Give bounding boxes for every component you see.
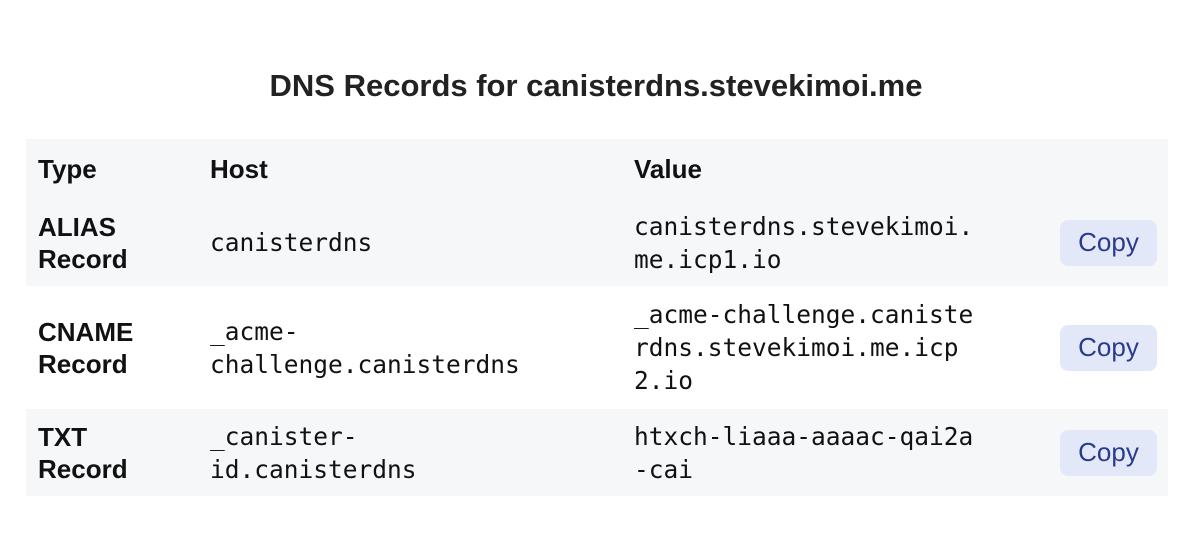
- record-type: ALIAS Record: [38, 211, 128, 274]
- copy-button[interactable]: Copy: [1060, 219, 1157, 266]
- column-header-host: Host: [210, 153, 268, 184]
- record-host: canisterdns: [210, 228, 373, 257]
- record-value: htxch-liaaa-aaaac-qai2a -cai: [634, 421, 974, 484]
- table-header-row: Type Host Value: [26, 139, 1168, 199]
- record-value: canisterdns.stevekimoi. me.icp1.io: [634, 211, 974, 274]
- column-header-value: Value: [634, 153, 702, 184]
- record-host: _acme- challenge.canisterdns: [210, 316, 520, 379]
- record-host: _canister- id.canisterdns: [210, 421, 417, 484]
- table-row: ALIAS Record canisterdns canisterdns.ste…: [26, 199, 1168, 286]
- copy-button[interactable]: Copy: [1060, 324, 1157, 371]
- table-row: TXT Record _canister- id.canisterdns htx…: [26, 409, 1168, 496]
- dns-records-page: DNS Records for canisterdns.stevekimoi.m…: [0, 0, 1192, 534]
- column-header-type: Type: [38, 153, 97, 184]
- table-row: CNAME Record _acme- challenge.canisterdn…: [26, 286, 1168, 409]
- copy-button[interactable]: Copy: [1060, 429, 1157, 476]
- dns-records-table: Type Host Value ALIAS Record canisterdns…: [26, 139, 1168, 496]
- record-value: _acme-challenge.caniste rdns.stevekimoi.…: [634, 300, 974, 395]
- record-type: TXT Record: [38, 421, 128, 484]
- page-title: DNS Records for canisterdns.stevekimoi.m…: [269, 68, 923, 103]
- record-type: CNAME Record: [38, 316, 134, 379]
